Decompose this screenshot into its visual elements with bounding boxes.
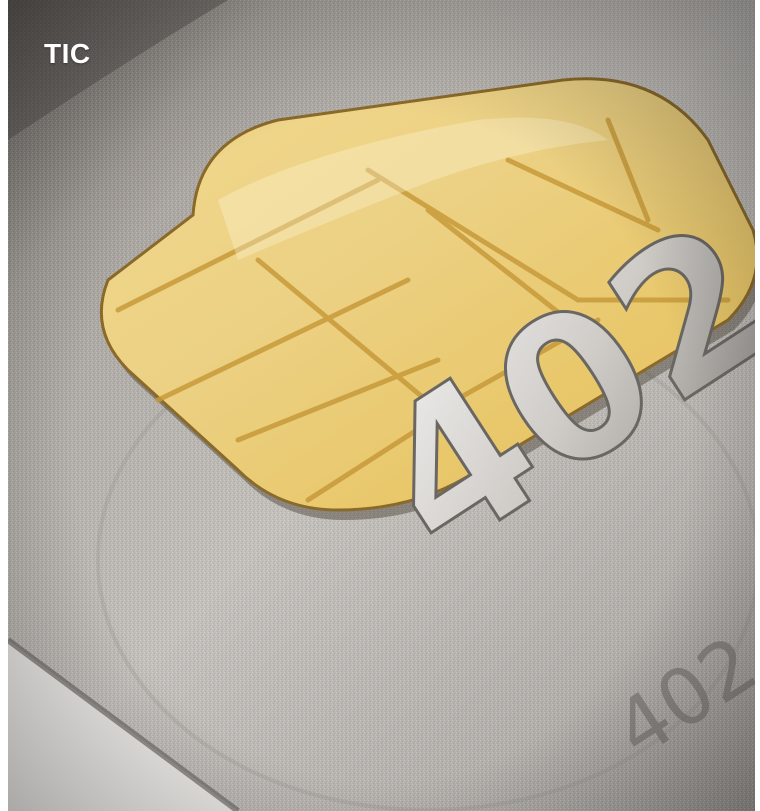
image-title-label: TIC	[44, 38, 91, 69]
image-frame: 402 402 TIC	[0, 0, 760, 811]
credit-card-illustration: 402 402	[8, 0, 755, 811]
credit-card-photo: 402 402	[8, 0, 755, 811]
